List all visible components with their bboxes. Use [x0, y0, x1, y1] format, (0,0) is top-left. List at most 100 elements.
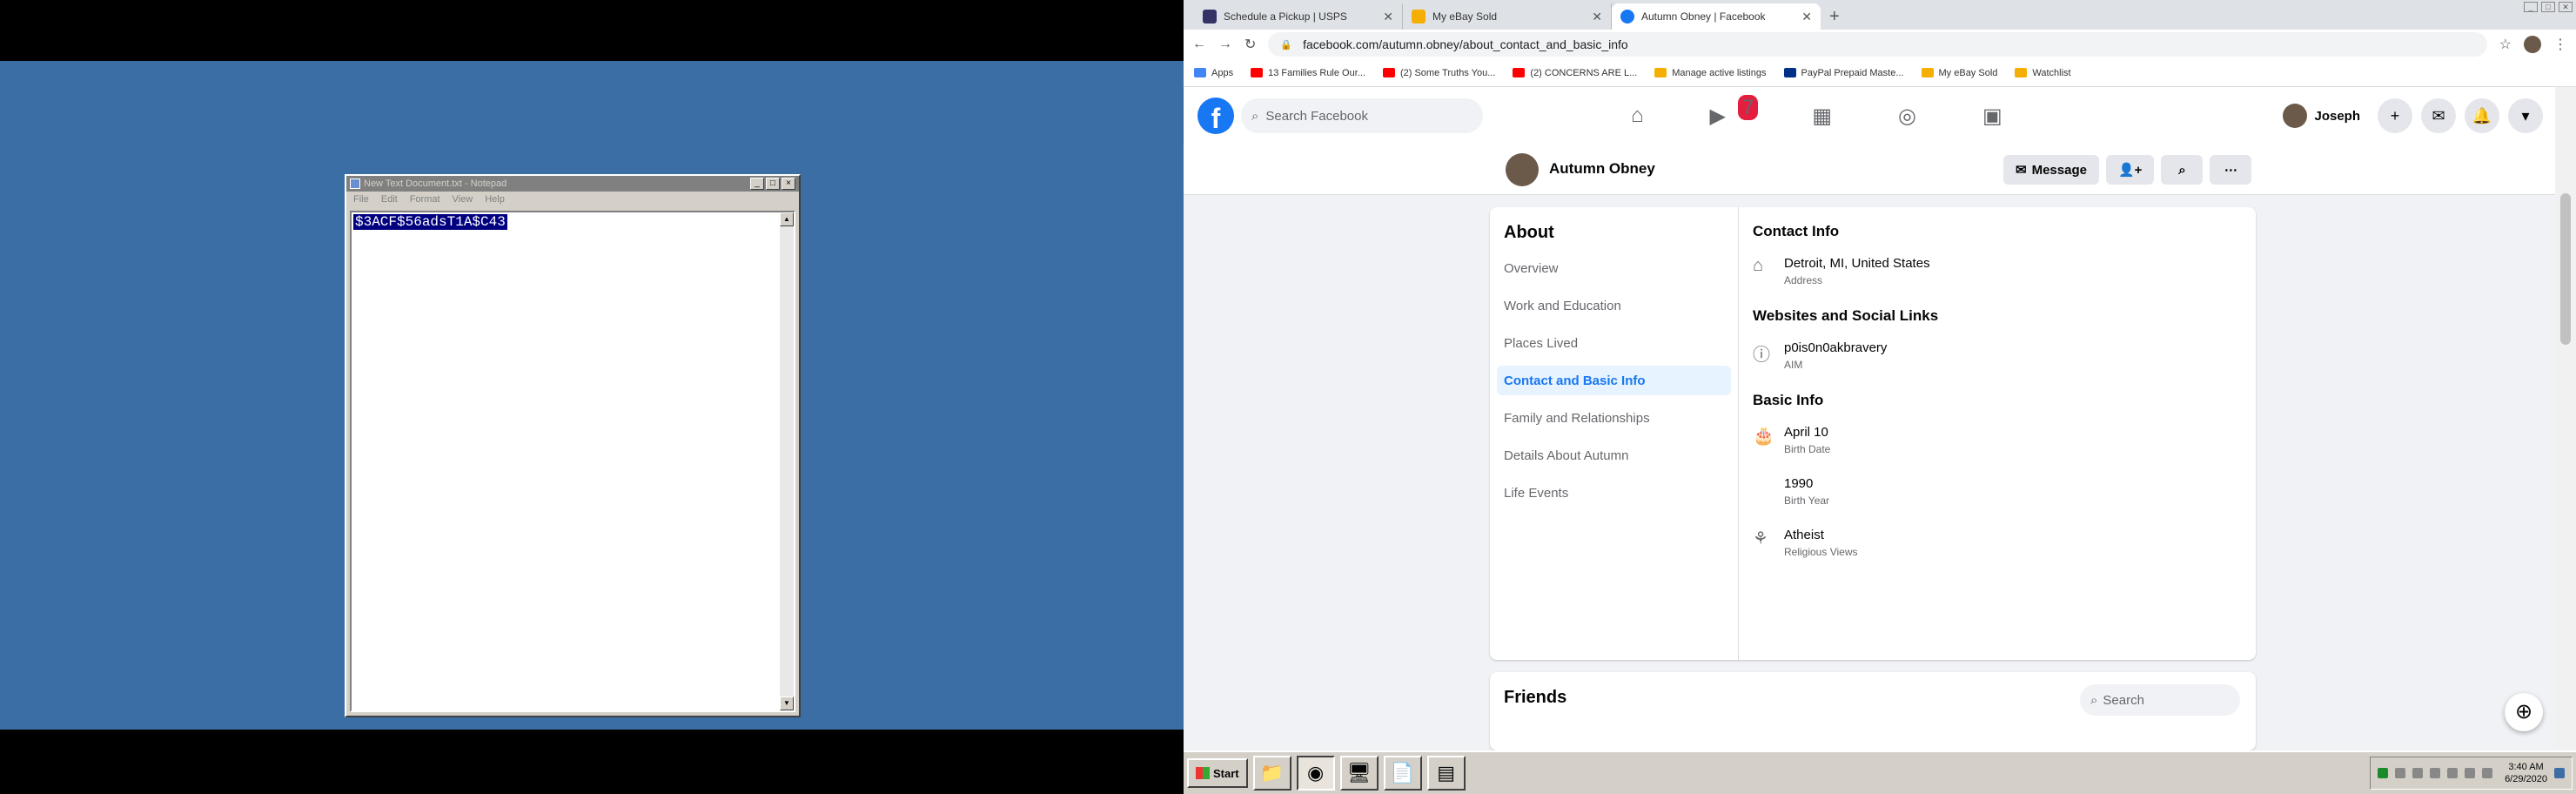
- scrollbar-thumb[interactable]: [2560, 193, 2571, 345]
- facebook-search-input[interactable]: ⌕ Search Facebook: [1241, 98, 1483, 133]
- tray-security-icon[interactable]: [2430, 768, 2441, 778]
- tray-settings-icon[interactable]: [2412, 768, 2424, 778]
- scroll-down-icon[interactable]: ▼: [780, 696, 794, 710]
- account-dropdown-icon[interactable]: ▾: [2508, 98, 2543, 133]
- minimize-icon[interactable]: _: [2524, 2, 2538, 12]
- bookmark-watchlist[interactable]: Watchlist: [2015, 68, 2071, 78]
- menu-file[interactable]: File: [353, 194, 369, 205]
- bookmark-manage-listings[interactable]: Manage active listings: [1654, 68, 1767, 78]
- menu-kebab-icon[interactable]: ⋮: [2553, 36, 2567, 53]
- bookmark-youtube-2[interactable]: (2) Some Truths You...: [1382, 68, 1495, 78]
- birth-date-label: Birth Date: [1784, 443, 1831, 455]
- menu-help[interactable]: Help: [485, 194, 505, 205]
- about-item-places[interactable]: Places Lived: [1497, 328, 1731, 358]
- about-item-details[interactable]: Details About Autumn: [1497, 441, 1731, 470]
- about-item-contact[interactable]: Contact and Basic Info: [1497, 366, 1731, 395]
- watch-icon[interactable]: ▶ 7: [1710, 94, 1759, 129]
- bookmark-paypal[interactable]: PayPal Prepaid Maste...: [1783, 68, 1904, 78]
- friends-title: Friends: [1504, 688, 1567, 707]
- taskbar-explorer-icon[interactable]: 📁: [1252, 756, 1291, 791]
- home-icon[interactable]: ⌂: [1631, 104, 1644, 129]
- paypal-icon: [1783, 68, 1796, 77]
- basic-info-heading: Basic Info: [1753, 392, 1824, 408]
- about-item-life-events[interactable]: Life Events: [1497, 478, 1731, 508]
- youtube-icon: [1513, 68, 1526, 77]
- tray-app-icon[interactable]: [2378, 768, 2389, 778]
- bookmark-youtube-1[interactable]: 13 Families Rule Our...: [1251, 68, 1365, 78]
- notepad-window[interactable]: New Text Document.txt - Notepad _ □ × Fi…: [345, 174, 801, 717]
- back-icon[interactable]: ←: [1192, 37, 1206, 52]
- create-plus-icon[interactable]: +: [2378, 98, 2412, 133]
- taskbar-chrome-icon[interactable]: ◉: [1296, 756, 1335, 791]
- start-button[interactable]: Start: [1187, 758, 1248, 788]
- tab-close-icon[interactable]: ✕: [1383, 10, 1393, 24]
- profile-search-icon[interactable]: ⌕: [2161, 155, 2204, 185]
- restore-icon[interactable]: □: [2541, 2, 2555, 12]
- maximize-button[interactable]: □: [766, 178, 780, 190]
- minimize-button[interactable]: _: [750, 178, 764, 190]
- contact-info-heading: Contact Info: [1753, 223, 1840, 239]
- about-item-work[interactable]: Work and Education: [1497, 291, 1731, 320]
- tray-volume-icon[interactable]: [2447, 768, 2459, 778]
- menu-format[interactable]: Format: [410, 194, 440, 205]
- facebook-logo-icon[interactable]: f: [1197, 98, 1234, 134]
- menu-view[interactable]: View: [453, 194, 473, 205]
- marketplace-icon[interactable]: ▦: [1812, 104, 1832, 129]
- omnibox[interactable]: 🔒 facebook.com/autumn.obney/about_contac…: [1268, 32, 2487, 57]
- tab-facebook[interactable]: Autumn Obney | Facebook ✕: [1612, 3, 1821, 30]
- new-message-icon[interactable]: ⊕: [2505, 693, 2543, 731]
- facebook-top-nav: f ⌕ Search Facebook ⌂ ▶ 7 ▦ ◎ ▣ Joseph + …: [1184, 87, 2555, 145]
- tray-display-icon[interactable]: [2482, 768, 2493, 778]
- ebay-favicon-icon: [1412, 10, 1426, 24]
- about-item-overview[interactable]: Overview: [1497, 253, 1731, 283]
- close-icon[interactable]: ✕: [2559, 2, 2573, 12]
- profile-name[interactable]: Autumn Obney: [1549, 160, 1655, 178]
- desktop-letterbox: New Text Document.txt - Notepad _ □ × Fi…: [0, 0, 1184, 794]
- notepad-text-area[interactable]: $3ACF$56adsT1A$C43 ▲ ▼: [350, 211, 795, 712]
- user-profile-link[interactable]: Joseph: [2279, 100, 2369, 131]
- tab-ebay[interactable]: My eBay Sold ✕: [1403, 3, 1612, 30]
- reload-icon[interactable]: ↻: [1244, 36, 1256, 53]
- bookmark-ebay-sold[interactable]: My eBay Sold: [1921, 68, 1997, 78]
- about-title: About: [1504, 223, 1554, 242]
- scroll-up-icon[interactable]: ▲: [780, 212, 794, 226]
- notepad-titlebar[interactable]: New Text Document.txt - Notepad _ □ ×: [346, 176, 799, 192]
- tab-close-icon[interactable]: ✕: [1801, 10, 1812, 24]
- taskbar-terminal-icon[interactable]: ▤: [1426, 756, 1466, 791]
- new-tab-icon[interactable]: +: [1821, 3, 1848, 30]
- more-options-icon[interactable]: ⋯: [2210, 155, 2252, 185]
- bookmark-youtube-3[interactable]: (2) CONCERNS ARE L...: [1513, 68, 1637, 78]
- show-desktop-icon[interactable]: [2554, 768, 2565, 778]
- menu-edit[interactable]: Edit: [381, 194, 398, 205]
- messenger-icon[interactable]: ✉: [2421, 98, 2456, 133]
- friends-search-input[interactable]: ⌕ Search: [2080, 684, 2240, 716]
- vertical-scrollbar[interactable]: ▲ ▼: [780, 212, 794, 710]
- taskbar-notepad-icon[interactable]: 📄: [1383, 756, 1422, 791]
- tab-close-icon[interactable]: ✕: [1592, 10, 1602, 24]
- forward-icon[interactable]: →: [1218, 37, 1232, 52]
- gaming-icon[interactable]: ▣: [1982, 104, 2002, 129]
- bookmark-apps[interactable]: Apps: [1194, 68, 1233, 78]
- add-friend-icon[interactable]: 👤+: [2105, 155, 2155, 185]
- page-scrollbar[interactable]: [2555, 87, 2576, 750]
- tray-flag-icon[interactable]: [2465, 768, 2476, 778]
- facebook-content: Autumn Obney ✉ Message 👤+ ⌕ ⋯ About Overv…: [1184, 145, 2555, 750]
- aim-value: p0is0n0akbravery: [1784, 340, 1888, 355]
- close-button[interactable]: ×: [782, 178, 795, 190]
- taskbar-computer-icon[interactable]: 🖥: [1339, 756, 1379, 791]
- bookmark-star-icon[interactable]: ☆: [2499, 36, 2512, 53]
- notifications-bell-icon[interactable]: 🔔: [2465, 98, 2499, 133]
- message-button[interactable]: ✉ Message: [2003, 155, 2099, 185]
- profile-avatar[interactable]: [1506, 153, 1539, 186]
- profile-avatar-icon[interactable]: [2524, 36, 2541, 53]
- clock-date: 6/29/2020: [2505, 774, 2547, 784]
- tray-network-icon[interactable]: [2395, 768, 2406, 778]
- taskbar-clock[interactable]: 3:40 AM 6/29/2020: [2505, 761, 2547, 785]
- lock-icon[interactable]: 🔒: [1280, 39, 1292, 50]
- selected-text[interactable]: $3ACF$56adsT1A$C43: [353, 214, 507, 230]
- about-item-family[interactable]: Family and Relationships: [1497, 403, 1731, 433]
- tab-usps[interactable]: Schedule a Pickup | USPS ✕: [1194, 3, 1403, 30]
- religion-label: Religious Views: [1784, 546, 1858, 558]
- groups-icon[interactable]: ◎: [1898, 104, 1916, 129]
- url-text[interactable]: facebook.com/autumn.obney/about_contact_…: [1303, 37, 1628, 51]
